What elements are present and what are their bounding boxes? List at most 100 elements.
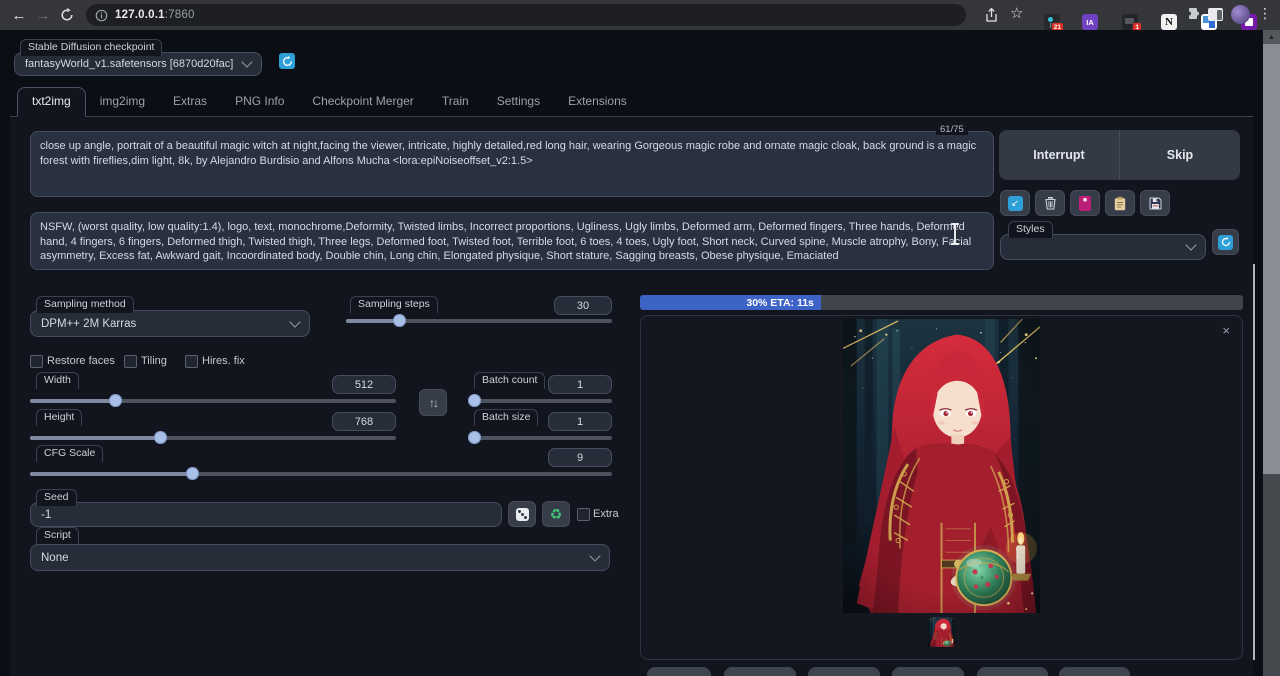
page-scrollbar[interactable]: ▲ bbox=[1263, 30, 1280, 676]
width-label: Width bbox=[36, 372, 79, 389]
text-cursor bbox=[954, 224, 956, 244]
progress-bar: 30% ETA: 11s bbox=[640, 295, 1243, 310]
swap-dimensions-button[interactable]: ↑↓ bbox=[419, 389, 447, 416]
batch-count-slider[interactable] bbox=[468, 394, 612, 407]
seed-label: Seed bbox=[36, 489, 77, 506]
browser-back-button[interactable]: ← bbox=[8, 4, 30, 26]
side-panel-icon[interactable] bbox=[1208, 8, 1223, 21]
gallery-action-button[interactable] bbox=[977, 667, 1048, 676]
extension-icon-2[interactable]: 1 bbox=[1122, 14, 1138, 30]
tiling-checkbox[interactable] bbox=[124, 355, 137, 368]
restore-faces-checkbox[interactable] bbox=[30, 355, 43, 368]
tab-extras[interactable]: Extras bbox=[159, 88, 221, 116]
negative-prompt-textarea[interactable]: NSFW, (worst quality, low quality:1.4), … bbox=[30, 212, 994, 270]
interrupt-button[interactable]: Interrupt bbox=[999, 130, 1119, 180]
gallery-action-button[interactable] bbox=[808, 667, 880, 676]
extension-icon-notion[interactable]: N bbox=[1161, 14, 1177, 30]
url-host: 127.0.0.1 bbox=[115, 9, 165, 21]
styles-label: Styles bbox=[1008, 221, 1053, 238]
batch-size-slider[interactable] bbox=[468, 431, 612, 444]
browser-profile-avatar[interactable] bbox=[1231, 5, 1250, 24]
batch-count-label: Batch count bbox=[474, 372, 545, 389]
extension-icon-ia[interactable]: IA bbox=[1082, 14, 1098, 30]
arrow-down-left-icon: ↙ bbox=[1008, 196, 1023, 211]
gallery-action-button[interactable] bbox=[1059, 667, 1130, 676]
batch-count-input[interactable]: 1 bbox=[548, 375, 612, 394]
browser-forward-button[interactable]: → bbox=[32, 4, 54, 26]
height-label: Height bbox=[36, 409, 82, 426]
styles-refresh-button[interactable] bbox=[1212, 229, 1239, 255]
chevron-down-icon bbox=[589, 550, 600, 561]
extensions-puzzle-icon[interactable] bbox=[1185, 6, 1201, 27]
paste-generation-params-button[interactable]: ↙ bbox=[1000, 190, 1030, 216]
hires-fix-checkbox[interactable] bbox=[185, 355, 198, 368]
negative-prompt-text: NSFW, (worst quality, low quality:1.4), … bbox=[40, 221, 971, 262]
prompt-text: close up angle, portrait of a beautiful … bbox=[40, 140, 976, 167]
generated-image-preview[interactable] bbox=[843, 319, 1040, 613]
cfg-scale-slider[interactable] bbox=[30, 467, 612, 480]
bookmark-star-icon[interactable]: ☆ bbox=[1010, 4, 1023, 22]
site-info-icon[interactable] bbox=[95, 9, 108, 22]
tab-img2img[interactable]: img2img bbox=[86, 88, 159, 116]
seed-input[interactable]: -1 bbox=[30, 502, 502, 527]
tab-txt2img[interactable]: txt2img bbox=[17, 87, 86, 117]
reuse-seed-button[interactable]: ♻ bbox=[542, 501, 570, 527]
height-slider[interactable] bbox=[30, 431, 396, 444]
cfg-scale-label: CFG Scale bbox=[36, 445, 103, 462]
refresh-icon bbox=[282, 56, 293, 67]
extra-networks-button[interactable] bbox=[1070, 190, 1100, 216]
width-slider[interactable] bbox=[30, 394, 396, 407]
scrollbar-thumb[interactable] bbox=[1263, 44, 1280, 474]
image-viewer: × bbox=[640, 315, 1243, 660]
stable-diffusion-webui: ← → 127.0.0.1:7860 ☆ 21 IA 1 N bbox=[0, 0, 1280, 676]
gallery-action-button[interactable] bbox=[892, 667, 964, 676]
share-icon[interactable] bbox=[984, 7, 999, 28]
clipboard-icon bbox=[1114, 196, 1126, 211]
random-seed-button[interactable] bbox=[508, 501, 536, 527]
extra-seed-label: Extra bbox=[593, 508, 619, 520]
sampling-steps-input[interactable]: 30 bbox=[554, 296, 612, 315]
sampling-method-dropdown[interactable]: DPM++ 2M Karras bbox=[30, 310, 310, 337]
browser-refresh-button[interactable] bbox=[56, 4, 78, 26]
sampling-method-value: DPM++ 2M Karras bbox=[41, 318, 291, 330]
browser-menu-icon[interactable]: ⋮ bbox=[1258, 5, 1272, 22]
prompt-textarea[interactable]: close up angle, portrait of a beautiful … bbox=[30, 131, 994, 197]
skip-button[interactable]: Skip bbox=[1120, 130, 1240, 180]
seed-value: -1 bbox=[41, 509, 51, 521]
progress-fill: 30% ETA: 11s bbox=[640, 295, 821, 310]
url-port: :7860 bbox=[165, 9, 195, 21]
browser-toolbar: ← → 127.0.0.1:7860 ☆ 21 IA 1 N bbox=[0, 0, 1280, 30]
tab-settings[interactable]: Settings bbox=[483, 88, 554, 116]
address-bar[interactable]: 127.0.0.1:7860 bbox=[86, 4, 966, 26]
trash-icon bbox=[1044, 196, 1057, 210]
scrollbar-up-arrow[interactable]: ▲ bbox=[1263, 30, 1280, 44]
clear-prompt-button[interactable] bbox=[1035, 190, 1065, 216]
extra-seed-checkbox[interactable] bbox=[577, 508, 590, 521]
chevron-down-icon bbox=[241, 56, 252, 67]
gallery-action-button[interactable] bbox=[647, 667, 711, 676]
cfg-scale-input[interactable]: 9 bbox=[548, 448, 612, 467]
tab-extensions[interactable]: Extensions bbox=[554, 88, 641, 116]
gallery-action-button[interactable] bbox=[724, 667, 796, 676]
hires-fix-label: Hires. fix bbox=[202, 355, 245, 367]
batch-size-input[interactable]: 1 bbox=[548, 412, 612, 431]
checkpoint-refresh-button[interactable] bbox=[279, 53, 295, 69]
tab-png-info[interactable]: PNG Info bbox=[221, 88, 298, 116]
sampling-steps-slider[interactable] bbox=[346, 314, 612, 327]
checkpoint-value: fantasyWorld_v1.safetensors [6870d20fac] bbox=[25, 58, 243, 70]
refresh-icon bbox=[1218, 235, 1233, 250]
floppy-disk-icon bbox=[1149, 197, 1162, 210]
close-icon[interactable]: × bbox=[1222, 325, 1230, 337]
chevron-down-icon bbox=[289, 316, 300, 327]
tab-train[interactable]: Train bbox=[428, 88, 483, 116]
save-style-button[interactable] bbox=[1140, 190, 1170, 216]
token-counter: 61/75 bbox=[936, 124, 968, 135]
restore-faces-label: Restore faces bbox=[47, 355, 115, 367]
height-input[interactable]: 768 bbox=[332, 412, 396, 431]
gallery-thumbnail[interactable] bbox=[928, 617, 955, 647]
width-input[interactable]: 512 bbox=[332, 375, 396, 394]
script-dropdown[interactable]: None bbox=[30, 544, 610, 571]
tab-checkpoint-merger[interactable]: Checkpoint Merger bbox=[298, 88, 427, 116]
extension-icon-1[interactable]: 21 bbox=[1044, 14, 1060, 30]
apply-styles-button[interactable] bbox=[1105, 190, 1135, 216]
